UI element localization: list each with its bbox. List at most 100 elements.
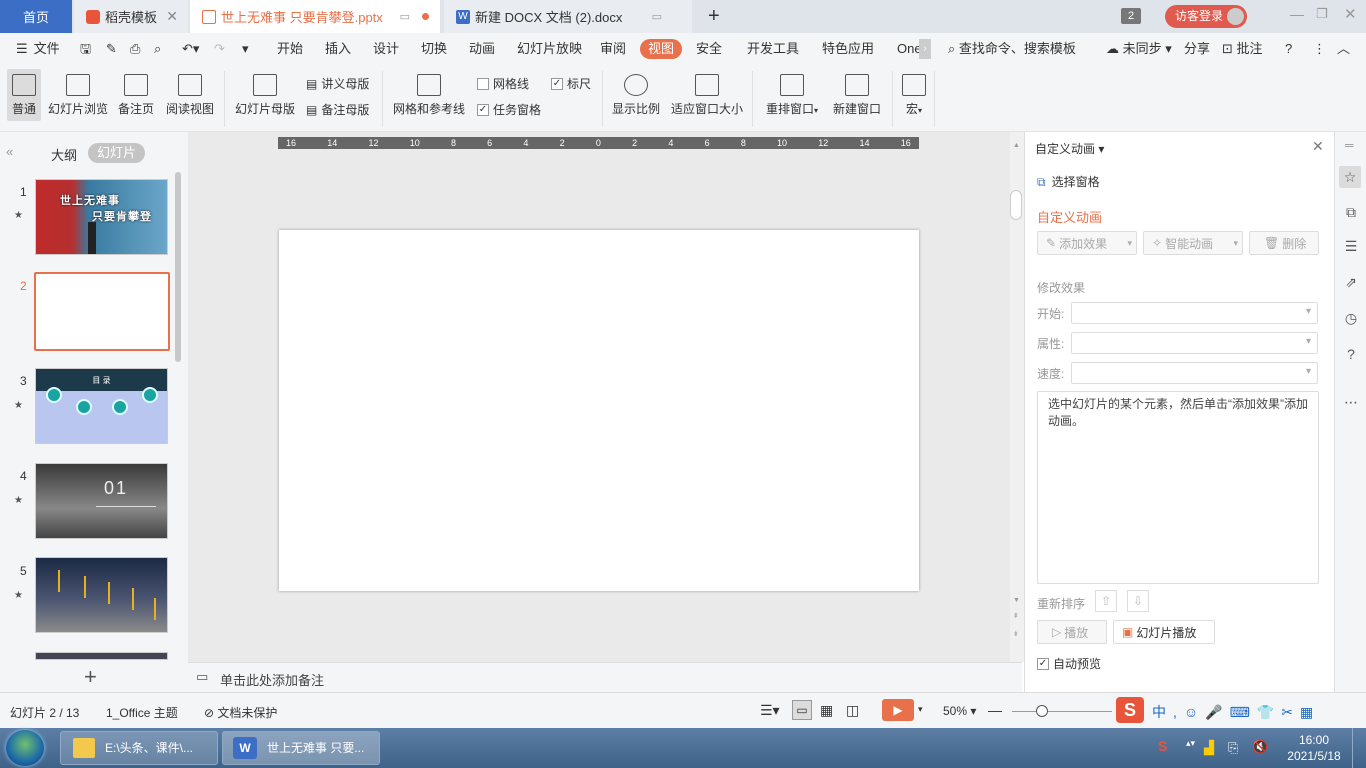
zoom-out-icon[interactable]: — (988, 702, 1002, 718)
notes-area[interactable]: ▭ 单击此处添加备注 (188, 662, 1022, 692)
new-tab-icon[interactable]: + (708, 5, 720, 28)
menu-insert[interactable]: 插入 (325, 33, 351, 65)
more-icon[interactable]: ⋯ (1343, 394, 1359, 410)
zoom-slider[interactable] (1012, 711, 1112, 712)
task-pane-checkbox[interactable]: ✓任务窗格 (477, 101, 541, 118)
scroll-right-icon[interactable]: › (919, 39, 931, 59)
sogou-tray-icon[interactable]: S (1158, 738, 1167, 754)
gridlines-checkbox[interactable]: 网格线 (477, 75, 529, 92)
play-button[interactable]: ▷播放 (1037, 620, 1107, 644)
menu-view[interactable]: 视图 (640, 39, 682, 59)
collapse-sidebar-icon[interactable]: ═ (1345, 138, 1354, 152)
redo-icon[interactable]: ↷ (214, 33, 225, 65)
visitor-login-button[interactable]: 访客登录 (1165, 5, 1247, 28)
collapse-panel-icon[interactable]: « (6, 144, 13, 159)
notes-toggle-icon[interactable]: ☰▾ (760, 702, 780, 719)
copy-icon[interactable]: ⧉ (1343, 204, 1359, 220)
reading-view-icon[interactable]: ◫ (846, 702, 859, 719)
share-icon[interactable]: ⇗ (1343, 274, 1359, 290)
reading-view-button[interactable]: 阅读视图 (164, 74, 216, 117)
menu-developer[interactable]: 开发工具 (747, 33, 799, 65)
restore-icon[interactable]: ❐ (1316, 6, 1328, 22)
grid-guides-button[interactable]: 网格和参考线 (392, 74, 466, 117)
menu-transition[interactable]: 切换 (421, 33, 447, 65)
tab-pptx[interactable]: 世上无难事 只要肯攀登.pptx ▭ (190, 0, 440, 33)
device-icon[interactable]: ⎘ (1228, 740, 1238, 756)
start-select[interactable] (1071, 302, 1318, 324)
menu-features[interactable]: 特色应用 (822, 33, 874, 65)
zoom-slider-thumb[interactable] (1036, 705, 1048, 717)
volume-muted-icon[interactable]: 🔇 (1252, 739, 1268, 755)
auto-preview-checkbox[interactable]: ✓自动预览 (1037, 655, 1101, 672)
play-dropdown-icon[interactable]: ▾ (918, 704, 923, 715)
notes-master-button[interactable]: ▤备注母版 (306, 101, 369, 118)
zoom-level[interactable]: 50% ▾ (943, 704, 976, 718)
menu-start[interactable]: 开始 (277, 33, 303, 65)
help-icon[interactable]: ? (1285, 33, 1292, 65)
prev-slide-icon[interactable]: ⇞ (1013, 612, 1019, 620)
collapse-ribbon-icon[interactable]: ︿ (1337, 33, 1350, 65)
handout-master-button[interactable]: ▤讲义母版 (306, 75, 369, 92)
macro-button[interactable]: 宏▾ (900, 74, 928, 117)
comment-button[interactable]: ⊡ 批注 (1222, 33, 1263, 65)
menu-slideshow[interactable]: 幻灯片放映 (517, 33, 582, 65)
slide-master-button[interactable]: 幻灯片母版 (234, 74, 296, 117)
property-select[interactable] (1071, 332, 1318, 354)
smart-animation-button[interactable]: ✧智能动画▾ (1143, 231, 1243, 255)
theme-name[interactable]: 1_Office 主题 (106, 704, 178, 721)
save-icon[interactable]: 🖫 (80, 33, 91, 65)
close-icon[interactable]: ✕ (166, 8, 178, 25)
slide-thumbnail-2[interactable] (34, 272, 170, 351)
menu-one[interactable]: One (897, 33, 919, 65)
normal-view-button[interactable]: 普通 (7, 69, 41, 121)
move-up-icon[interactable]: ⇧ (1095, 590, 1117, 612)
current-slide[interactable] (279, 230, 919, 591)
close-pane-icon[interactable]: ✕ (1312, 138, 1324, 155)
delete-button[interactable]: 🗑删除 (1249, 231, 1319, 255)
file-menu[interactable]: ☰文件 (16, 33, 60, 65)
animation-list[interactable]: 选中幻灯片的某个元素，然后单击“添加效果”添加动画。 (1037, 391, 1319, 584)
clock[interactable]: 16:00 2021/5/18 (1284, 732, 1344, 764)
select-pane-button[interactable]: ⧉选择窗格 (1037, 173, 1100, 190)
settings-sliders-icon[interactable]: ☰ (1343, 238, 1359, 254)
vertical-scrollbar[interactable]: ▲ ▼ ⇞ ⇟ (1010, 132, 1024, 662)
print-preview-icon[interactable]: ⌕ (154, 33, 161, 65)
start-button[interactable] (6, 730, 44, 766)
plus-icon[interactable]: + (84, 664, 97, 690)
scrollbar-thumb[interactable] (1010, 190, 1022, 220)
minimize-icon[interactable]: — (1290, 6, 1304, 22)
close-window-icon[interactable]: ✕ (1344, 5, 1357, 23)
normal-view-icon[interactable]: ▭ (792, 700, 812, 720)
search-command[interactable]: ⌕ 查找命令、搜索模板 (948, 33, 1076, 65)
sogou-ime-icon[interactable]: S (1116, 697, 1144, 723)
speed-select[interactable] (1071, 362, 1318, 384)
slide-sorter-icon[interactable]: ▦ (820, 702, 833, 719)
slide-thumbnail-4[interactable]: 01 (35, 463, 168, 539)
tab-slides[interactable]: 幻灯片 (88, 143, 145, 163)
share-button[interactable]: 分享 (1184, 33, 1210, 65)
scroll-down-icon[interactable]: ▼ (1013, 597, 1020, 604)
slide-thumbnail-3[interactable]: 目 录 (35, 368, 168, 444)
ruler-checkbox[interactable]: ✓标尺 (551, 75, 591, 92)
menu-security[interactable]: 安全 (696, 33, 722, 65)
menu-review[interactable]: 审阅 (600, 33, 626, 65)
tray-expand-icon[interactable]: ▴▾ (1186, 738, 1195, 749)
undo-icon[interactable]: ↶▾ (182, 33, 199, 65)
tab-home[interactable]: 首页 (0, 0, 72, 33)
slide-thumbnail-1[interactable]: 世上无难事 只要肯攀登 (35, 179, 168, 255)
network-icon[interactable]: ▟ (1204, 740, 1214, 756)
tab-outline[interactable]: 大纲 (51, 145, 77, 164)
window-count-badge[interactable]: 2 (1121, 8, 1141, 24)
protection-status[interactable]: ⊘ 文档未保护 (204, 704, 277, 721)
history-icon[interactable]: ◷ (1343, 310, 1359, 326)
slide-thumbnail-6[interactable] (35, 652, 168, 660)
new-window-button[interactable]: 新建窗口 (831, 74, 883, 117)
arrange-window-button[interactable]: 重排窗口▾ (762, 74, 822, 117)
menu-animation[interactable]: 动画 (469, 33, 495, 65)
sync-status[interactable]: ☁ 未同步 ▾ (1106, 33, 1172, 65)
fit-window-button[interactable]: 适应窗口大小 (670, 74, 744, 117)
slide-thumbnail-5[interactable] (35, 557, 168, 633)
scroll-up-icon[interactable]: ▲ (1013, 142, 1020, 149)
zoom-button[interactable]: 显示比例 (611, 74, 661, 117)
next-slide-icon[interactable]: ⇟ (1013, 630, 1019, 638)
